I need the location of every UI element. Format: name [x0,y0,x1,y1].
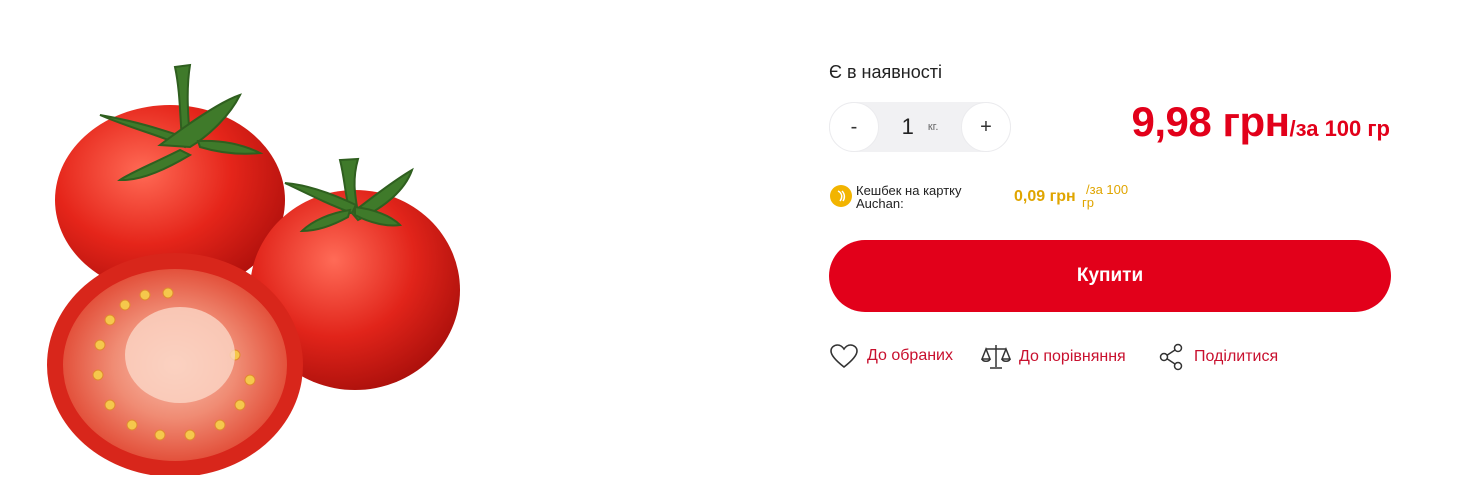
quantity-unit: кг. [927,121,939,133]
cashback-label: Кешбек на картку Auchan: [856,183,962,211]
price-per-unit: /за 100 гр [1289,116,1390,141]
price: 9,98 грн/за 100 гр [1132,98,1390,146]
heart-icon [830,344,858,369]
add-to-compare-link[interactable]: До порівняння [981,343,1126,371]
buy-button[interactable]: Купити [829,240,1391,312]
decrement-button[interactable]: - [829,102,879,152]
increment-button[interactable]: + [961,102,1011,152]
product-image [47,63,460,475]
share-label: Поділитися [1194,348,1279,365]
quantity-stepper: - 1 кг. + [829,102,1011,152]
cashback-per-bottom: гр [1082,195,1094,210]
share-link[interactable]: Поділитися [1158,343,1278,371]
share-icon [1159,343,1183,371]
price-amount: 9,98 грн [1131,98,1290,145]
cashback-value: 0,09 грн [1014,188,1076,205]
compare-label: До порівняння [1019,348,1126,365]
favorites-label: До обраних [867,347,953,364]
cashback-per-unit: /за 100 гр [1082,183,1128,209]
quantity-value[interactable]: 1 [902,114,914,140]
add-to-favorites-link[interactable]: До обраних [829,343,953,369]
availability-status: Є в наявності [829,62,942,82]
cashback-coin-icon [830,185,852,207]
scales-icon [981,345,1011,369]
